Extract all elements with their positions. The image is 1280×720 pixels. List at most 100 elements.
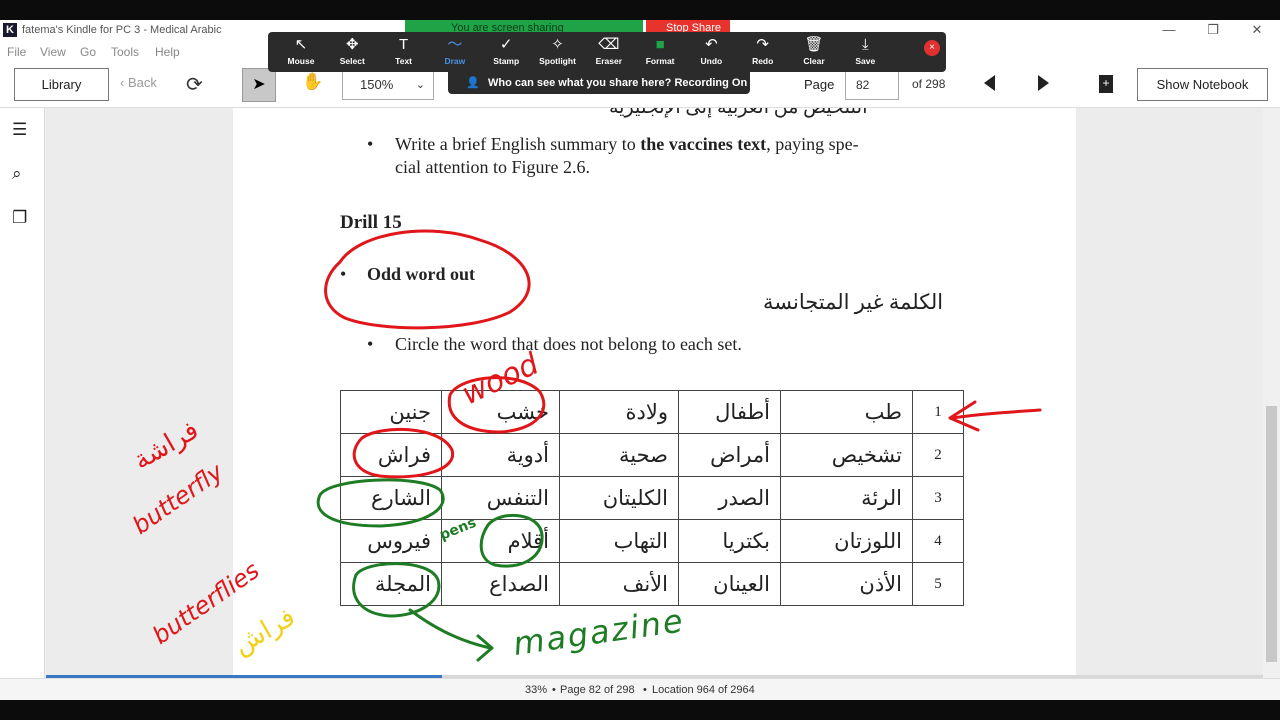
table-cell-word: ولادة — [559, 390, 679, 434]
menu-help[interactable]: Help — [155, 45, 180, 59]
table-of-contents-icon[interactable]: ☰ — [12, 120, 27, 140]
zoom-tool-redo[interactable]: ↷ Redo — [738, 32, 788, 72]
table-cell-word: أقلام — [441, 519, 560, 563]
table-cell-word: جنين — [340, 390, 442, 434]
show-notebook-button[interactable]: Show Notebook — [1137, 68, 1268, 101]
table-cell-word: اللوزتان — [780, 519, 913, 563]
close-button[interactable]: ✕ — [1235, 20, 1279, 42]
next-page-icon[interactable] — [1038, 75, 1049, 91]
table-cell-number: 4 — [912, 519, 964, 563]
menu-go[interactable]: Go — [80, 45, 96, 59]
table-cell-word: أدوية — [441, 433, 560, 477]
zoom-value: 150% — [360, 77, 394, 92]
stamp-icon: ✓ — [499, 36, 513, 53]
status-separator: • — [643, 684, 647, 696]
page-number-input[interactable]: 82 — [845, 70, 899, 100]
chevron-down-icon: ⌄ — [415, 79, 425, 91]
table-cell-word: الشارع — [340, 476, 442, 520]
spotlight-icon: ✧ — [551, 36, 564, 53]
cursor-arrow-icon: ➤ — [252, 76, 266, 93]
table-cell-word: خشب — [441, 390, 560, 434]
status-zoom: 33% — [525, 684, 548, 696]
table-row: جنين خشب ولادة أطفال طب 1 — [340, 390, 964, 434]
clear-icon: 🗑 — [804, 36, 824, 53]
zoom-tool-label: Mouse — [287, 56, 315, 66]
who-can-see-text: Who can see what you share here? Recordi… — [488, 77, 748, 89]
bullet-dot: • — [367, 134, 374, 154]
table-row: الشارع التنفس الكليتان الصدر الرئة 3 — [340, 476, 964, 520]
save-icon: ⤓ — [861, 36, 869, 53]
undo-icon: ↶ — [705, 36, 718, 53]
flashcards-icon[interactable]: ❐ — [12, 208, 27, 228]
add-bookmark-icon[interactable]: + — [1099, 75, 1113, 93]
zoom-tool-text[interactable]: T Text — [379, 32, 429, 72]
bullet-dot: • — [340, 264, 347, 284]
zoom-tool-label: Select — [339, 56, 365, 66]
status-bar: 33% • Page 82 of 298 • Location 964 of 2… — [0, 678, 1280, 700]
table-cell-number: 5 — [912, 562, 964, 606]
zoom-tool-draw[interactable]: 〜 Draw — [430, 32, 480, 72]
minimize-button[interactable]: — — [1147, 20, 1191, 42]
table-cell-word: العينان — [678, 562, 781, 606]
zoom-tool-label: Text — [395, 56, 413, 66]
menu-file[interactable]: File — [7, 45, 26, 59]
hand-tool-icon[interactable]: ✋ — [302, 72, 323, 92]
zoom-tool-format[interactable]: ■ Format — [635, 32, 685, 72]
person-icon: 👤 — [466, 77, 480, 89]
page-total-label: of 298 — [912, 77, 946, 91]
arabic-section-heading-partial: التلخيص من العربية إلى الإنجليزية — [609, 108, 868, 119]
table-cell-word: طب — [780, 390, 913, 434]
search-icon[interactable]: ⌕ — [12, 164, 22, 184]
zoom-toolbar-close-icon[interactable]: × — [924, 40, 940, 56]
zoom-tool-label: Undo — [700, 56, 723, 66]
menu-view[interactable]: View — [40, 45, 66, 59]
table-cell-word: الرئة — [780, 476, 913, 520]
table-cell-word: الصداع — [441, 562, 560, 606]
previous-page-icon[interactable] — [984, 75, 995, 91]
sync-icon[interactable]: ⟳ — [186, 72, 203, 97]
pointer-tool-button[interactable]: ➤ — [242, 68, 276, 102]
summary-bullet-line-1: Write a brief English summary to the vac… — [395, 134, 859, 155]
top-letterbox — [0, 0, 1280, 20]
table-cell-word: الأذن — [780, 562, 913, 606]
back-button[interactable]: ‹ Back — [120, 75, 157, 90]
back-label: Back — [127, 75, 157, 90]
restore-button[interactable]: ❐ — [1191, 20, 1235, 42]
vertical-scrollbar[interactable] — [1263, 108, 1280, 678]
table-cell-word: فيروس — [340, 519, 442, 563]
zoom-tool-eraser[interactable]: ⌫ Eraser — [584, 32, 634, 72]
zoom-tool-spotlight[interactable]: ✧ Spotlight — [533, 32, 583, 72]
redo-icon: ↷ — [756, 36, 769, 53]
table-cell-word: بكتريا — [678, 519, 781, 563]
zoom-tool-label: Save — [855, 56, 876, 66]
zoom-tool-undo[interactable]: ↶ Undo — [686, 32, 736, 72]
zoom-tool-stamp[interactable]: ✓ Stamp — [481, 32, 531, 72]
summary-text-post: , paying spe- — [766, 134, 859, 154]
table-cell-word: المجلة — [340, 562, 442, 606]
zoom-tool-mouse[interactable]: ↖ Mouse — [276, 32, 326, 72]
zoom-tool-label: Format — [645, 56, 675, 66]
who-can-see-bar[interactable]: 👤 Who can see what you share here? Record… — [448, 72, 750, 94]
zoom-tool-save[interactable]: ⤓ Save — [840, 32, 890, 72]
scrollbar-thumb[interactable] — [1266, 406, 1277, 662]
zoom-tool-label: Draw — [444, 56, 466, 66]
table-cell-word: الأنف — [559, 562, 679, 606]
library-button[interactable]: Library — [14, 68, 109, 101]
zoom-tool-clear[interactable]: 🗑 Clear — [789, 32, 839, 72]
table-cell-number: 3 — [912, 476, 964, 520]
chevron-left-icon: ‹ — [120, 75, 128, 90]
zoom-tool-label: Eraser — [595, 56, 623, 66]
bullet-dot: • — [367, 334, 374, 354]
zoom-annotation-toolbar: ↖ Mouse ✥ Select T Text 〜 Draw ✓ Stamp ✧ Spotlight ⌫… — [268, 32, 946, 72]
zoom-tool-label: Stamp — [493, 56, 520, 66]
kindle-window: K fatema's Kindle for PC 3 - Medical Ara… — [0, 0, 1280, 720]
eraser-icon: ⌫ — [598, 36, 620, 53]
odd-word-table: جنين خشب ولادة أطفال طب 1 فراش أدوية صحية أمراض تش… — [340, 390, 964, 606]
table-cell-word: تشخيص — [780, 433, 913, 477]
table-cell-number: 2 — [912, 433, 964, 477]
zoom-tool-select[interactable]: ✥ Select — [327, 32, 377, 72]
menu-tools[interactable]: Tools — [111, 45, 139, 59]
bottom-letterbox — [0, 700, 1280, 720]
zoom-select[interactable]: 150% ⌄ — [342, 70, 434, 100]
text-icon: T — [399, 36, 409, 53]
